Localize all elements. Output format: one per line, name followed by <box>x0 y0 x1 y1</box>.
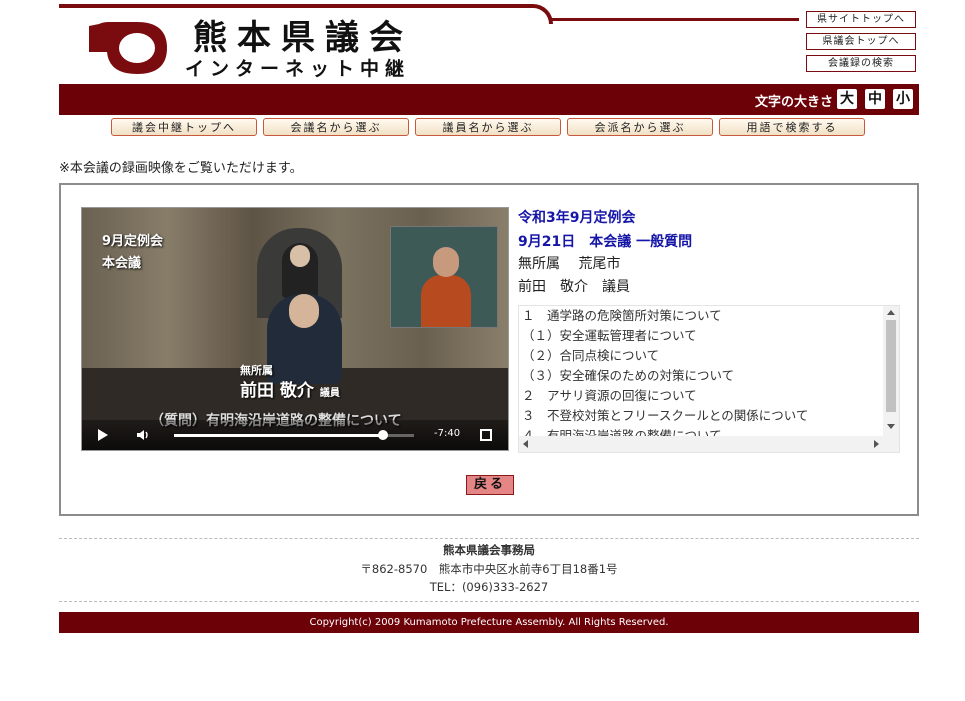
play-icon[interactable] <box>98 429 108 441</box>
video-seek-handle[interactable] <box>377 430 388 440</box>
video-caption-name-text: 前田 敬介 <box>240 381 314 401</box>
scroll-down-icon[interactable] <box>887 424 895 429</box>
topics-vertical-scrollbar[interactable] <box>883 306 899 436</box>
video-controls: -7:40 <box>82 420 508 450</box>
page: 熊本県議会 インターネット中継 県サイトトップへ 県議会トップへ 会議録の検索 … <box>0 0 965 701</box>
header-decor-curve <box>473 4 553 24</box>
main-nav: 議会中継トップへ 会議名から選ぶ 議員名から選ぶ 会派名から選ぶ 用語で検索する <box>111 118 871 138</box>
member-name: 前田 敬介 議員 <box>518 279 630 295</box>
header-decor-line <box>59 4 479 8</box>
video-caption-name: 前田 敬介 議員 <box>240 376 340 401</box>
header-decor-line-right <box>549 18 799 21</box>
sign-language-inset <box>390 226 498 328</box>
topic-item: （３）安全確保のための対策について <box>522 368 735 383</box>
nav-live-top[interactable]: 議会中継トップへ <box>111 118 257 136</box>
footer-divider-bottom <box>59 601 919 602</box>
font-size-bar: 文字の大きさ 大 中 小 <box>59 84 919 115</box>
font-large-button[interactable]: 大 <box>837 89 857 109</box>
topics-horizontal-scrollbar[interactable] <box>519 436 899 452</box>
topic-list: １ 通学路の危険箇所対策について （１）安全運転管理者について （２）合同点検に… <box>522 306 877 446</box>
scroll-up-icon[interactable] <box>887 310 895 315</box>
topic-item: １ 通学路の危険箇所対策について <box>522 308 722 323</box>
video-seek-bar[interactable] <box>174 430 414 440</box>
video-player[interactable]: 9月定例会 本会議 無所属 前田 敬介 議員 （質問）有明海沿岸道路の整備につい… <box>81 207 509 451</box>
session-title: 令和3年9月定例会 <box>518 210 636 226</box>
footer-divider-top <box>59 538 919 539</box>
footer-address: 〒862-8570 熊本市中央区水前寺6丁目18番1号 <box>360 562 618 576</box>
nav-by-meeting[interactable]: 会議名から選ぶ <box>263 118 409 136</box>
minutes-search-link[interactable]: 会議録の検索 <box>806 55 916 72</box>
scroll-thumb[interactable] <box>886 320 896 412</box>
topic-item: （２）合同点検について <box>522 348 660 363</box>
scroll-right-icon[interactable] <box>874 440 879 448</box>
video-caption-title: 議員 <box>319 388 340 399</box>
footer-tel: TEL：(096)333-2627 <box>429 580 549 594</box>
scroll-left-icon[interactable] <box>523 440 528 448</box>
video-overlay-meeting: 本会議 <box>102 256 142 271</box>
font-size-label: 文字の大きさ <box>754 95 833 110</box>
fullscreen-icon[interactable] <box>480 429 492 441</box>
topic-item: （１）安全運転管理者について <box>522 328 697 343</box>
font-small-button[interactable]: 小 <box>893 89 913 109</box>
topic-item: ２ アサリ資源の回復について <box>522 388 697 403</box>
video-seek-fill <box>174 434 383 437</box>
footer-org: 熊本県議会事務局 <box>443 543 535 557</box>
prefecture-top-link[interactable]: 県サイトトップへ <box>806 11 916 28</box>
site-title: 熊本県議会 <box>193 18 413 58</box>
nav-by-faction[interactable]: 会派名から選ぶ <box>567 118 713 136</box>
font-medium-button[interactable]: 中 <box>865 89 885 109</box>
site-subtitle: インターネット中継 <box>185 58 411 80</box>
video-overlay-session: 9月定例会 <box>102 234 164 249</box>
member-affiliation: 無所属 荒尾市 <box>518 256 621 272</box>
topic-item: ３ 不登校対策とフリースクールとの関係について <box>522 408 809 423</box>
top-links: 県サイトトップへ 県議会トップへ 会議録の検索 <box>806 11 916 77</box>
site-header: 熊本県議会 インターネット中継 県サイトトップへ 県議会トップへ 会議録の検索 <box>59 0 919 82</box>
volume-icon[interactable] <box>136 428 150 442</box>
video-panel: 9月定例会 本会議 無所属 前田 敬介 議員 （質問）有明海沿岸道路の整備につい… <box>59 183 919 516</box>
back-button[interactable]: 戻る <box>466 475 514 495</box>
notice-text: ※本会議の録画映像をご覧いただけます。 <box>59 161 303 176</box>
question-topics-list[interactable]: １ 通学路の危険箇所対策について （１）安全運転管理者について （２）合同点検に… <box>518 305 900 453</box>
nav-by-keyword[interactable]: 用語で検索する <box>719 118 865 136</box>
nav-by-member[interactable]: 議員名から選ぶ <box>415 118 561 136</box>
video-speaker <box>267 294 342 384</box>
assembly-logo[interactable] <box>85 18 171 74</box>
video-time-remaining: -7:40 <box>434 428 461 439</box>
video-chair-person <box>282 243 318 298</box>
meeting-date-type: 9月21日 本会議 一般質問 <box>518 234 693 250</box>
assembly-top-link[interactable]: 県議会トップへ <box>806 33 916 50</box>
copyright: Copyright(c) 2009 Kumamoto Prefecture As… <box>59 612 919 633</box>
